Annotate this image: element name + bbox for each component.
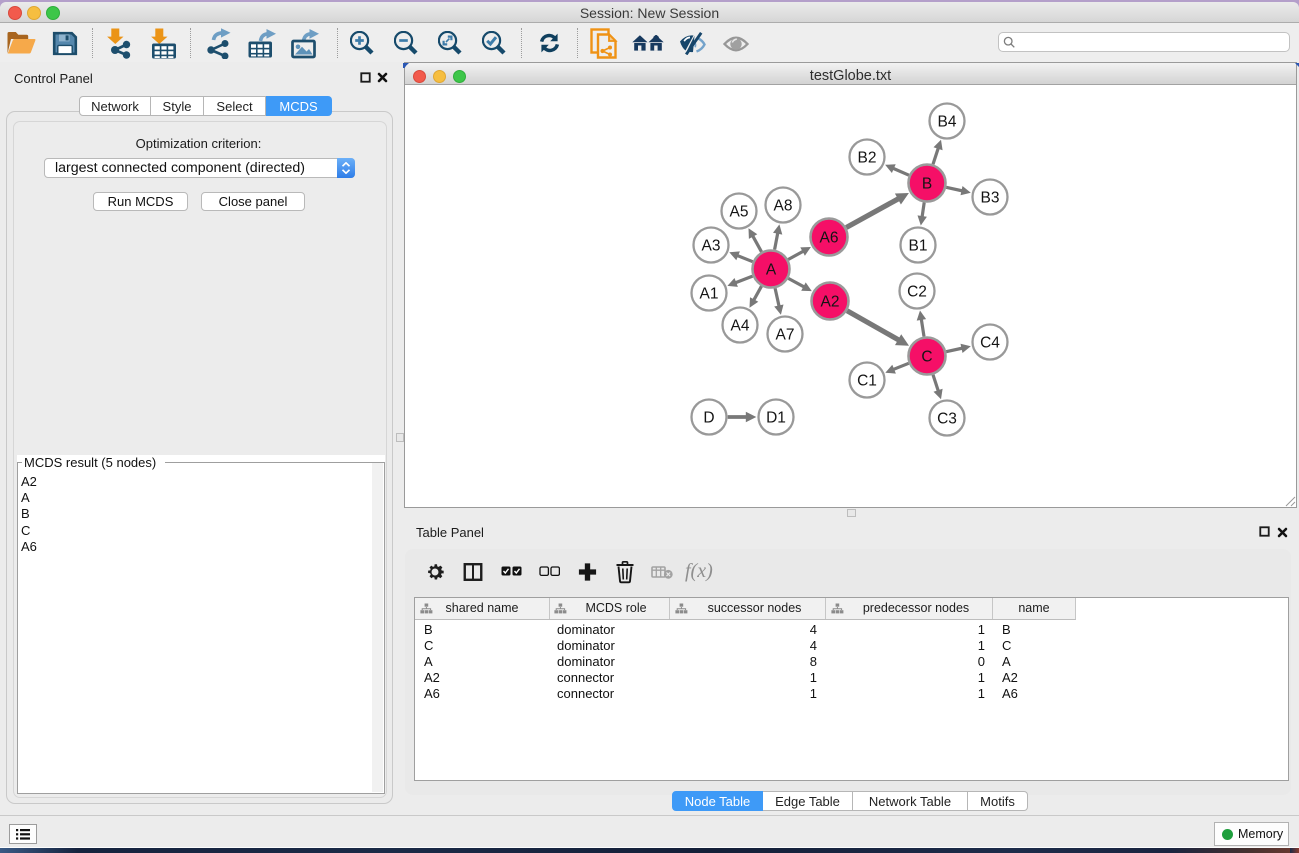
svg-text:C3: C3 [937, 411, 957, 428]
svg-text:B1: B1 [909, 238, 928, 255]
svg-text:C: C [921, 349, 932, 366]
svg-text:C2: C2 [907, 284, 927, 301]
svg-text:B: B [922, 176, 932, 193]
svg-text:D: D [703, 410, 714, 427]
svg-text:B3: B3 [981, 190, 1000, 207]
svg-text:C4: C4 [980, 335, 1000, 352]
svg-text:B4: B4 [938, 114, 957, 131]
svg-text:A7: A7 [776, 327, 795, 344]
svg-text:A8: A8 [774, 198, 793, 215]
svg-text:B2: B2 [858, 150, 877, 167]
svg-text:D1: D1 [766, 410, 786, 427]
svg-text:A4: A4 [731, 318, 750, 335]
svg-text:A3: A3 [702, 238, 721, 255]
svg-text:A6: A6 [820, 230, 839, 247]
svg-text:C1: C1 [857, 373, 877, 390]
svg-text:A1: A1 [700, 286, 719, 303]
svg-text:A2: A2 [821, 294, 840, 311]
svg-text:A: A [766, 262, 777, 279]
svg-text:A5: A5 [730, 204, 749, 221]
